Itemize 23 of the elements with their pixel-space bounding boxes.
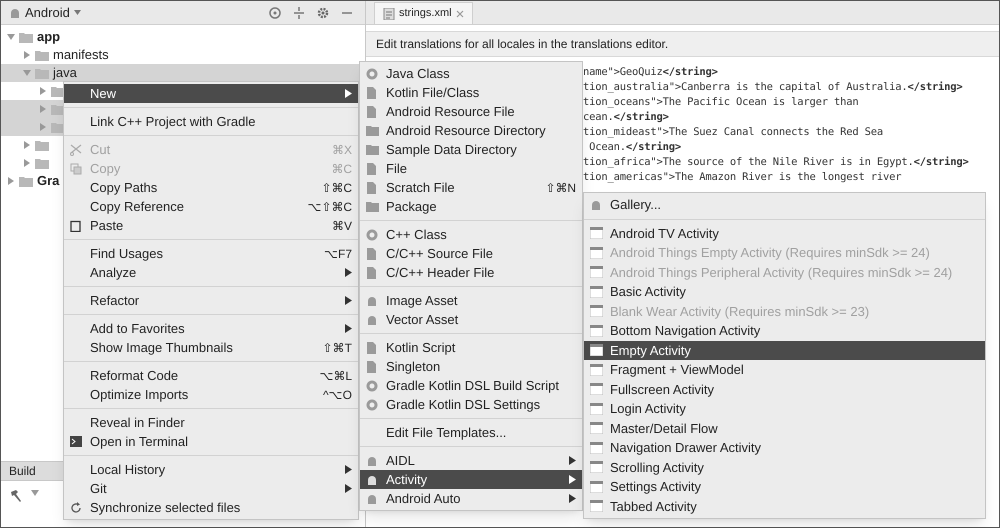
shortcut-label: ⌥⇧⌘C: [306, 198, 352, 216]
shortcut-label: ⇧⌘T: [322, 340, 352, 356]
code-line: cean.</string>: [583, 110, 670, 125]
shortcut-label: ⌥F7: [322, 246, 352, 262]
shortcut-label: ⌘C: [330, 160, 352, 178]
code-line: Ocean.</string>: [588, 140, 682, 155]
tree-label: Gra: [37, 172, 60, 190]
shortcut-label: ⌘V: [330, 218, 352, 234]
shortcut-label: ⇧⌘N: [544, 180, 576, 196]
tree-label: app: [37, 28, 60, 46]
code-line: tion_mideast">The Suez Canal connects the Red Sea: [583, 125, 884, 140]
code-line: tion_africa">The source of the Nile River is in Egypt.</string>: [583, 155, 970, 170]
code-line: tion_americas">The Amazon River is the longest river: [583, 170, 902, 185]
shortcut-label: ⌥⌘L: [318, 368, 352, 384]
tree-label: java: [53, 64, 77, 82]
code-line: tion_australia">Canberra is the capital of Australia.</string>: [583, 80, 964, 95]
shortcut-label: ⇧⌘C: [320, 180, 352, 196]
banner-text: Edit translations for all locales in the translations editor.: [376, 36, 668, 53]
code-line: tion_oceans">The Pacific Ocean is larger than: [583, 95, 860, 110]
shortcut-label: ^⌥O: [322, 386, 352, 404]
code-line: name">GeoQuiz</string>: [583, 65, 719, 80]
shortcut-label: ⌘X: [330, 142, 352, 158]
tree-label: manifests: [53, 46, 109, 64]
